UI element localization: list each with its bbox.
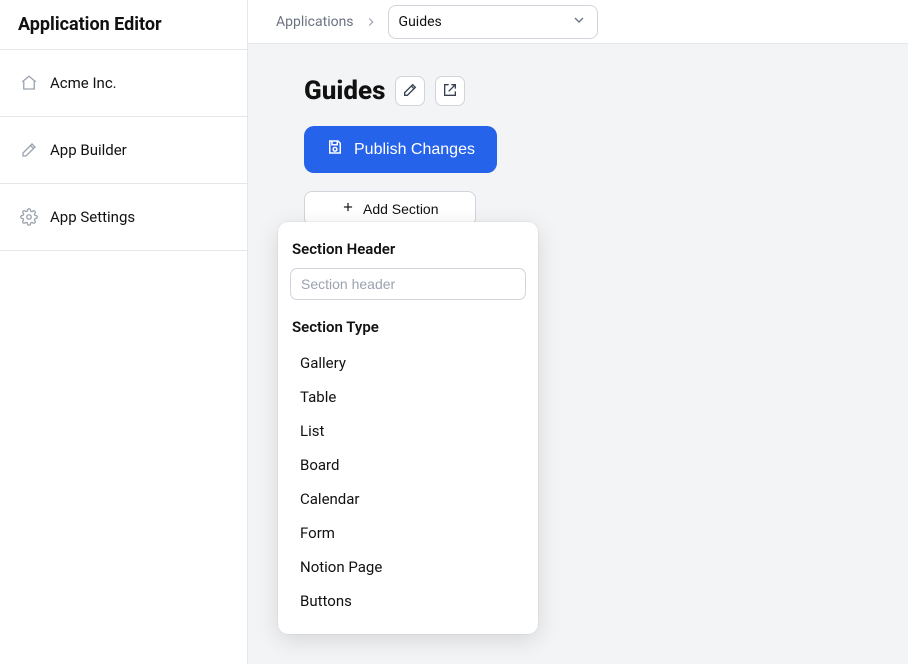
content: Guides Publish Changes — [248, 44, 908, 258]
breadcrumb-root[interactable]: Applications — [276, 14, 354, 30]
edit-title-button[interactable] — [395, 76, 425, 106]
title-row: Guides — [304, 76, 852, 106]
breadcrumb: Applications Guides — [248, 0, 908, 44]
sidebar-item-label: App Settings — [50, 208, 135, 226]
pencil-icon — [20, 141, 38, 159]
section-type-option[interactable]: Table — [290, 380, 526, 414]
save-icon — [326, 138, 344, 161]
app-title: Application Editor — [18, 14, 229, 35]
section-header-input[interactable] — [290, 268, 526, 300]
sidebar-item-app-settings[interactable]: App Settings — [0, 184, 247, 251]
sidebar-item-home[interactable]: Acme Inc. — [0, 50, 247, 117]
section-type-option[interactable]: Board — [290, 448, 526, 482]
chevron-down-icon — [571, 12, 587, 32]
publish-button-label: Publish Changes — [354, 141, 475, 159]
main: Applications Guides Guides — [248, 0, 908, 664]
section-type-label: Section Type — [290, 318, 526, 336]
add-section-button-label: Add Section — [363, 201, 439, 217]
gear-icon — [20, 208, 38, 226]
add-section-button[interactable]: Add Section — [304, 191, 476, 226]
sidebar-item-label: Acme Inc. — [50, 74, 117, 92]
section-type-option[interactable]: List — [290, 414, 526, 448]
page-title: Guides — [304, 76, 385, 106]
external-link-icon — [442, 82, 458, 101]
chevron-right-icon — [364, 15, 378, 29]
sidebar: Application Editor Acme Inc. App Builder… — [0, 0, 248, 664]
section-type-option[interactable]: Buttons — [290, 584, 526, 618]
sidebar-header: Application Editor — [0, 0, 247, 50]
home-icon — [20, 74, 38, 92]
sidebar-item-app-builder[interactable]: App Builder — [0, 117, 247, 184]
section-type-option[interactable]: Form — [290, 516, 526, 550]
breadcrumb-select-value: Guides — [399, 14, 442, 30]
sidebar-item-label: App Builder — [50, 141, 127, 159]
section-type-option[interactable]: Calendar — [290, 482, 526, 516]
section-type-option[interactable]: Notion Page — [290, 550, 526, 584]
section-type-option[interactable]: Gallery — [290, 346, 526, 380]
section-type-list: Gallery Table List Board Calendar Form N… — [290, 346, 526, 618]
publish-button[interactable]: Publish Changes — [304, 126, 497, 173]
open-external-button[interactable] — [435, 76, 465, 106]
breadcrumb-select[interactable]: Guides — [388, 5, 598, 39]
add-section-popover: Section Header Section Type Gallery Tabl… — [278, 222, 538, 634]
section-header-label: Section Header — [290, 240, 526, 258]
pencil-icon — [402, 82, 418, 101]
plus-icon — [341, 200, 355, 217]
